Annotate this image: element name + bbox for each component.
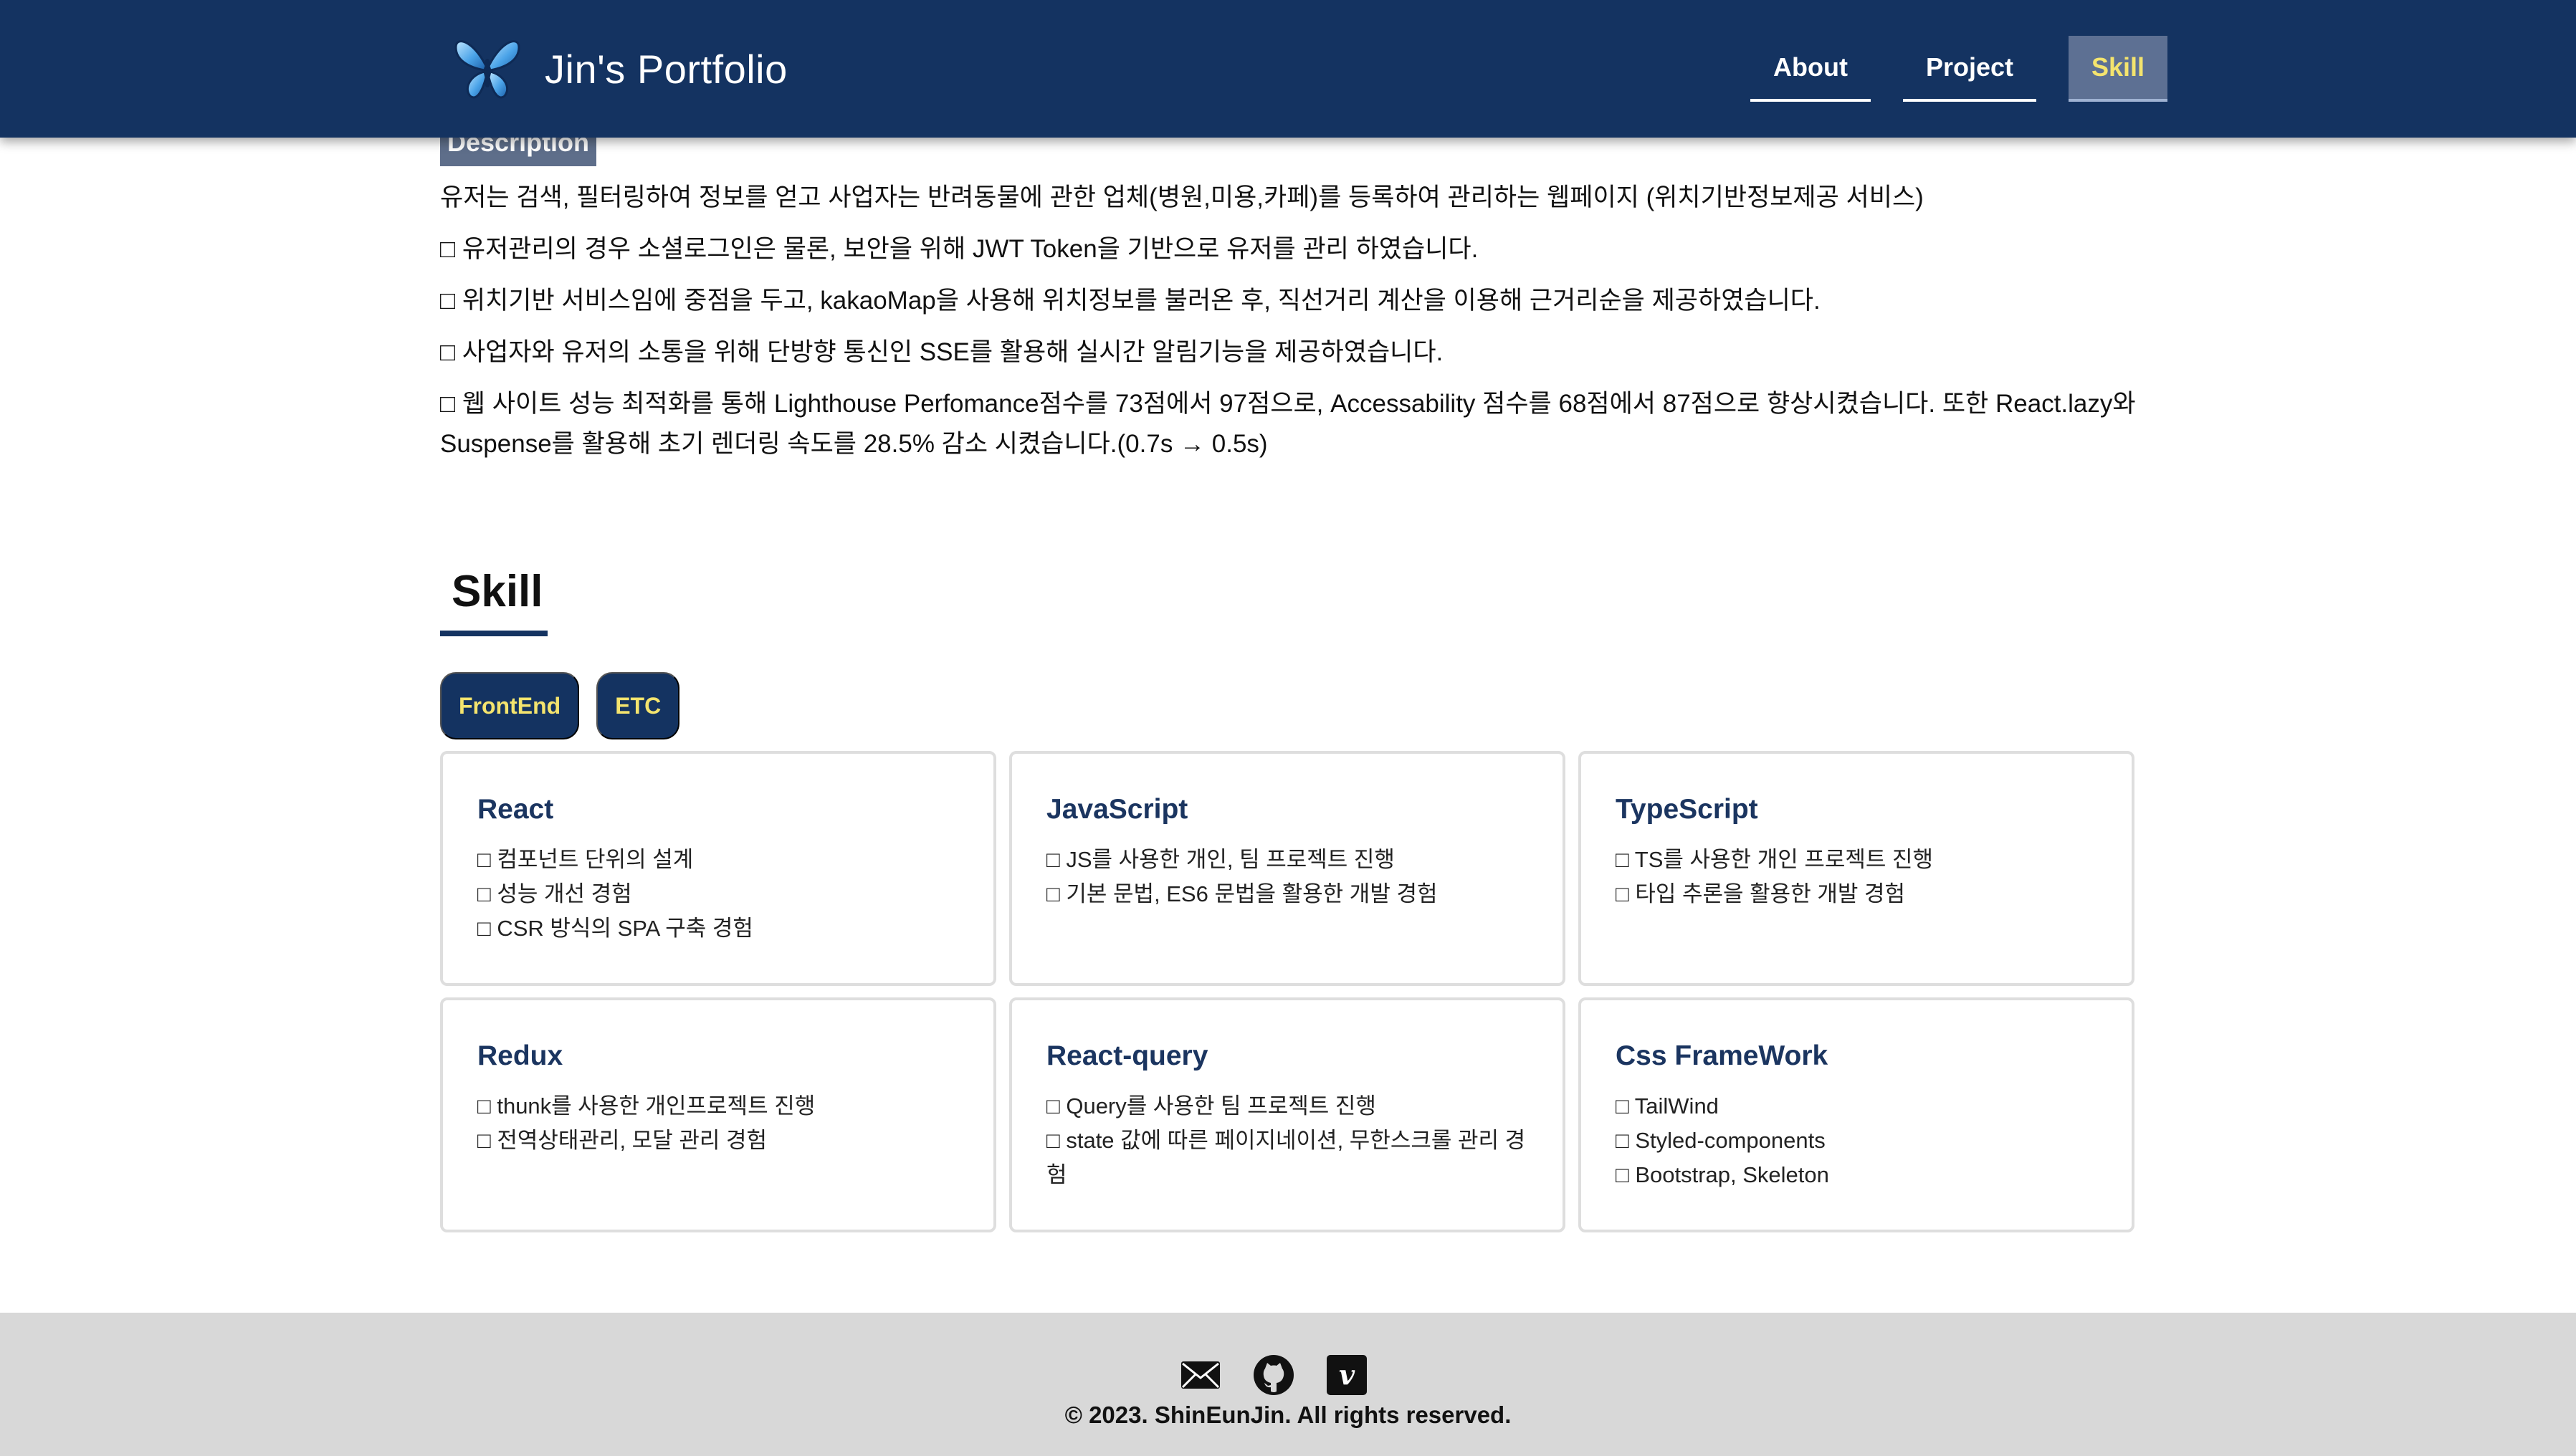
skill-heading: Skill xyxy=(440,560,548,636)
card-item: □ TailWind xyxy=(1616,1093,1719,1119)
description-body: 유저는 검색, 필터링하여 정보를 얻고 사업자는 반려동물에 관한 업체(병원… xyxy=(440,178,2146,476)
description-line: □ 웹 사이트 성능 최적화를 통해 Lighthouse Perfomance… xyxy=(440,390,2136,458)
skill-card-redux: Redux □ thunk를 사용한 개인프로젝트 진행 □ 전역상태관리, 모… xyxy=(440,997,996,1232)
copyright-text: © 2023. ShinEunJin. All rights reserved. xyxy=(1064,1402,1512,1428)
nav-skill[interactable]: Skill xyxy=(2069,36,2168,102)
card-item: □ thunk를 사용한 개인프로젝트 진행 xyxy=(477,1093,816,1119)
top-header: Jin's Portfolio About Project Skill xyxy=(0,0,2576,138)
description-line: □ 사업자와 유저의 소통을 위해 단방향 통신인 SSE를 활용해 실시간 알… xyxy=(440,338,1444,366)
skill-tabs: FrontEnd ETC xyxy=(440,672,680,739)
card-item: □ 전역상태관리, 모달 관리 경험 xyxy=(477,1128,768,1153)
card-title: JavaScript xyxy=(1046,794,1188,825)
skill-card-javascript: JavaScript □ JS를 사용한 개인, 팀 프로젝트 진행 □ 기본 … xyxy=(1009,751,1565,986)
card-item: □ CSR 방식의 SPA 구축 경험 xyxy=(477,916,753,941)
title-underline xyxy=(440,631,548,636)
velog-icon[interactable]: v xyxy=(1325,1353,1369,1397)
card-title: Css FrameWork xyxy=(1616,1040,1828,1071)
card-title: React-query xyxy=(1046,1040,1208,1071)
mail-icon[interactable] xyxy=(1178,1353,1223,1397)
card-item: □ 기본 문법, ES6 문법을 활용한 개발 경험 xyxy=(1046,881,1438,906)
github-icon[interactable] xyxy=(1251,1353,1296,1397)
svg-text:v: v xyxy=(1339,1359,1355,1391)
footer-icons: v xyxy=(1178,1353,1369,1397)
card-item: □ Bootstrap, Skeleton xyxy=(1616,1162,1829,1187)
butterfly-icon xyxy=(454,40,520,99)
tab-frontend[interactable]: FrontEnd xyxy=(440,672,580,739)
card-item: □ 컴포넌트 단위의 설계 xyxy=(477,847,694,872)
footer: v © 2023. ShinEunJin. All rights reserve… xyxy=(0,1313,2576,1456)
card-item: □ TS를 사용한 개인 프로젝트 진행 xyxy=(1616,847,1934,872)
brand[interactable]: Jin's Portfolio xyxy=(452,34,788,103)
skill-card-typescript: TypeScript □ TS를 사용한 개인 프로젝트 진행 □ 타입 추론을… xyxy=(1578,751,2134,986)
skill-grid: React □ 컴포넌트 단위의 설계 □ 성능 개선 경험 □ CSR 방식의… xyxy=(440,751,2134,1232)
card-item: □ 성능 개선 경험 xyxy=(477,881,632,906)
card-item: □ 타입 추론을 활용한 개발 경험 xyxy=(1616,881,1906,906)
skill-card-react: React □ 컴포넌트 단위의 설계 □ 성능 개선 경험 □ CSR 방식의… xyxy=(440,751,996,986)
description-line: □ 유저관리의 경우 소셜로그인은 물론, 보안을 위해 JWT Token을 … xyxy=(440,235,1479,263)
description-line: □ 위치기반 서비스임에 중점을 두고, kakaoMap을 사용해 위치정보를… xyxy=(440,287,1821,315)
skill-card-css-framework: Css FrameWork □ TailWind □ Styled-compon… xyxy=(1578,997,2134,1232)
card-item: □ Query를 사용한 팀 프로젝트 진행 xyxy=(1046,1093,1376,1119)
description-line: 유저는 검색, 필터링하여 정보를 얻고 사업자는 반려동물에 관한 업체(병원… xyxy=(440,183,1924,211)
card-title: Redux xyxy=(477,1040,563,1071)
tab-etc[interactable]: ETC xyxy=(596,672,680,739)
page: Jin's Portfolio About Project Skill Desc… xyxy=(0,0,2576,1456)
brand-title: Jin's Portfolio xyxy=(545,46,788,92)
nav-project[interactable]: Project xyxy=(1902,36,2037,102)
main-nav: About Project Skill xyxy=(1750,36,2168,102)
card-title: TypeScript xyxy=(1616,794,1758,825)
section-title: Skill xyxy=(452,567,543,616)
card-item: □ state 값에 따른 페이지네이션, 무한스크롤 관리 경험 xyxy=(1046,1128,1526,1187)
card-item: □ Styled-components xyxy=(1616,1128,1826,1153)
skill-card-react-query: React-query □ Query를 사용한 팀 프로젝트 진행 □ sta… xyxy=(1009,997,1565,1232)
card-item: □ JS를 사용한 개인, 팀 프로젝트 진행 xyxy=(1046,847,1395,872)
nav-about[interactable]: About xyxy=(1750,36,1871,102)
card-title: React xyxy=(477,794,554,825)
